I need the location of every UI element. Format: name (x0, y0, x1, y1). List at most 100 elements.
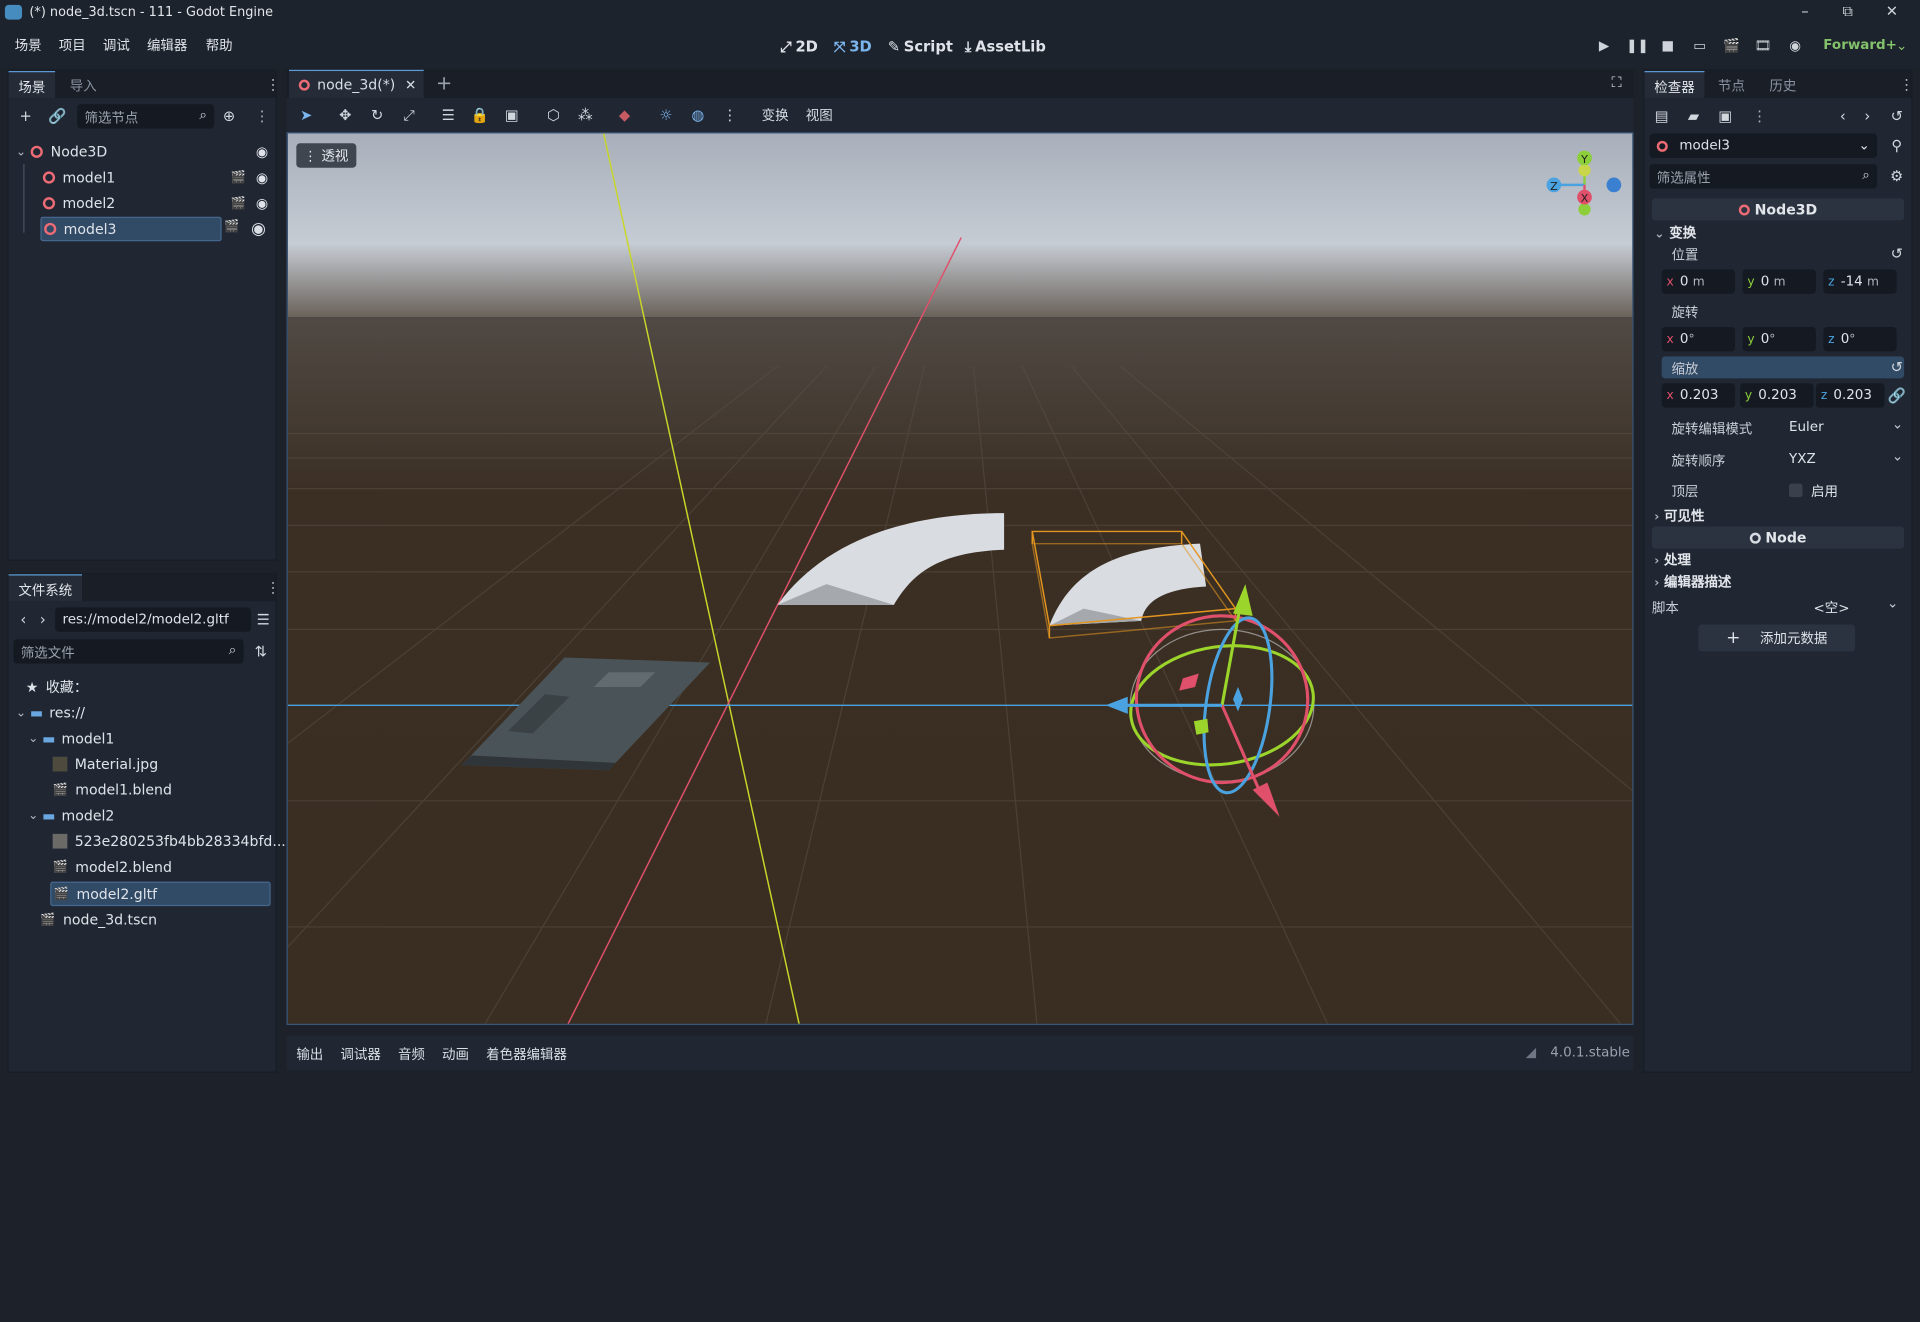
link-icon[interactable]: 🔗 (48, 107, 68, 127)
tab-shader-editor[interactable]: 着色器编辑器 (486, 1044, 567, 1064)
script-value[interactable]: <空> (1813, 598, 1849, 618)
file-item-node3d-tscn[interactable]: 🎬 node_3d.tscn (40, 907, 157, 931)
chevron-down-icon[interactable]: ⌄ (1887, 595, 1898, 611)
distraction-free-icon[interactable]: ⛶ (1611, 73, 1621, 91)
rotation-edit-mode-select[interactable]: Euler (1789, 419, 1824, 435)
rotation-x-field[interactable]: x 0° (1661, 326, 1736, 352)
select-tool-icon[interactable]: ➤ (296, 105, 316, 125)
tree-item-model3[interactable]: model3 (40, 216, 222, 242)
sort-icon[interactable]: ⇅ (251, 642, 271, 662)
position-y-field[interactable]: y0 m (1742, 269, 1816, 294)
chevron-down-icon[interactable]: ⌄ (1892, 37, 1912, 57)
position-z-field[interactable]: z -14 m (1823, 269, 1897, 294)
filter-properties-input[interactable]: 筛选属性 ⌕ (1649, 164, 1878, 189)
snap-icon[interactable]: ⁂ (576, 105, 596, 125)
open-scene-icon[interactable]: 🎬 (231, 197, 246, 210)
open-scene-icon[interactable]: 🎬 (231, 171, 246, 184)
visibility-eye-icon[interactable]: ◉ (256, 143, 268, 160)
tree-item-model1[interactable]: model1 🎬 ◉ (42, 165, 273, 189)
tab-debugger[interactable]: 调试器 (340, 1044, 380, 1064)
workspace-assetlib-button[interactable]: ⤓ AssetLib (965, 34, 1046, 58)
rotate-tool-icon[interactable]: ↻ (367, 105, 387, 125)
file-item-model2-blend[interactable]: 🎬 model2.blend (53, 855, 172, 879)
transform-menu[interactable]: 变换 (762, 105, 789, 125)
minimize-button[interactable]: – (1784, 0, 1826, 24)
scene-options-icon[interactable]: ⋮ (255, 108, 270, 125)
perspective-menu-button[interactable]: ⋮ 透视 (296, 143, 356, 168)
forward-icon[interactable]: › (33, 610, 53, 630)
visibility-eye-icon[interactable]: ◉ (251, 219, 266, 239)
3d-viewport[interactable]: Y Z X ⋮ 透视 (286, 132, 1634, 1025)
section-visibility[interactable]: › 可见性 (1654, 506, 1704, 526)
scale-x-field[interactable]: x 0.203 (1661, 383, 1736, 408)
revert-icon[interactable]: ↺ (1887, 358, 1907, 378)
position-x-field[interactable]: x0 m (1661, 269, 1736, 294)
node-path-icon[interactable]: ⚲ (1887, 136, 1907, 156)
renderer-select[interactable]: Forward+ (1823, 37, 1897, 53)
local-space-icon[interactable]: ⬡ (544, 105, 564, 125)
group-icon[interactable]: ▣ (502, 105, 522, 125)
add-node-icon[interactable]: + (16, 107, 36, 127)
property-options-icon[interactable]: ⚙ (1887, 167, 1907, 187)
environment-icon[interactable]: ◍ (688, 105, 708, 125)
file-item-model2-gltf[interactable]: 🎬 model2.gltf (50, 881, 271, 907)
revert-icon[interactable]: ↺ (1887, 244, 1907, 264)
view-menu[interactable]: 视图 (806, 105, 833, 125)
file-item-model1-blend[interactable]: 🎬 model1.blend (53, 778, 172, 802)
scale-tool-icon[interactable]: ⤢ (399, 105, 419, 125)
play-custom-scene-icon[interactable]: 🎞 (1753, 37, 1773, 57)
visibility-eye-icon[interactable]: ◉ (256, 169, 268, 186)
path-field[interactable]: res://model2/model2.gltf (55, 607, 252, 632)
section-editor-description[interactable]: › 编辑器描述 (1654, 572, 1731, 592)
open-folder-icon[interactable]: ▰ (1684, 107, 1704, 127)
object-selector[interactable]: model3 ⌄ (1649, 133, 1878, 158)
section-transform[interactable]: ⌄ 变换 (1654, 223, 1696, 243)
tab-import[interactable]: 导入 (60, 71, 107, 98)
filter-nodes-input[interactable]: 筛选节点 ⌕ (77, 104, 215, 129)
file-item-model1-folder[interactable]: ⌄ ▬ model1 (28, 726, 114, 750)
kebab-menu-icon[interactable]: ⋮ (1899, 76, 1914, 93)
open-scene-icon[interactable]: 🎬 (224, 220, 239, 233)
movie-maker-icon[interactable]: ◉ (1785, 37, 1805, 57)
instance-scene-icon[interactable]: ⊕ (219, 107, 239, 127)
tab-animation[interactable]: 动画 (442, 1044, 469, 1064)
tab-node[interactable]: 节点 (1708, 71, 1755, 98)
chevron-down-icon[interactable]: ⌄ (1892, 416, 1903, 432)
tree-item-model2[interactable]: model2 🎬 ◉ (42, 191, 273, 215)
maximize-button[interactable]: ⧉ (1827, 0, 1869, 24)
play-icon[interactable]: ▶ (1594, 37, 1614, 57)
kebab-menu-icon[interactable]: ⋮ (266, 579, 281, 596)
sun-icon[interactable]: ☼ (656, 105, 676, 125)
more-options-icon[interactable]: ⋮ (720, 105, 740, 125)
remote-debug-icon[interactable]: ▭ (1690, 37, 1710, 57)
object-history-icon[interactable]: ↺ (1887, 107, 1907, 127)
section-process[interactable]: › 处理 (1654, 550, 1691, 570)
resource-options-icon[interactable]: ⋮ (1752, 108, 1767, 125)
tab-filesystem[interactable]: 文件系统 (8, 574, 83, 602)
rotation-y-field[interactable]: y 0° (1742, 326, 1816, 352)
history-back-icon[interactable]: ‹ (1833, 107, 1853, 127)
menu-scene[interactable]: 场景 (15, 36, 42, 56)
file-item-res[interactable]: ⌄ ▬ res:// (16, 700, 85, 724)
scale-z-field[interactable]: z 0.203 (1815, 383, 1885, 408)
menu-project[interactable]: 项目 (59, 36, 86, 56)
close-button[interactable]: ✕ (1871, 0, 1913, 24)
play-scene-icon[interactable]: 🎬 (1722, 37, 1742, 57)
menu-help[interactable]: 帮助 (206, 36, 233, 56)
scale-y-field[interactable]: y 0.203 (1740, 383, 1814, 408)
add-metadata-button[interactable]: + 添加元数据 (1698, 624, 1856, 652)
rotation-z-field[interactable]: z 0° (1823, 326, 1897, 352)
file-item-material-jpg[interactable]: Material.jpg (52, 752, 158, 776)
stop-icon[interactable]: ■ (1658, 37, 1678, 57)
rotation-order-select[interactable]: YXZ (1789, 451, 1816, 467)
close-tab-icon[interactable]: ✕ (405, 77, 416, 93)
file-item-model2-folder[interactable]: ⌄ ▬ model2 (28, 803, 114, 827)
tab-scene[interactable]: 场景 (8, 71, 56, 98)
favorites-item[interactable]: ★ 收藏： (26, 675, 88, 699)
menu-editor[interactable]: 编辑器 (147, 36, 187, 56)
workspace-3d-button[interactable]: ⤧ 3D (834, 34, 872, 58)
top-level-checkbox[interactable] (1788, 483, 1803, 498)
filter-files-input[interactable]: 筛选文件 ⌕ (13, 639, 244, 664)
file-item-texture[interactable]: 523e280253fb4bb28334bfd... (52, 829, 286, 853)
save-icon[interactable]: ▣ (1716, 107, 1736, 127)
